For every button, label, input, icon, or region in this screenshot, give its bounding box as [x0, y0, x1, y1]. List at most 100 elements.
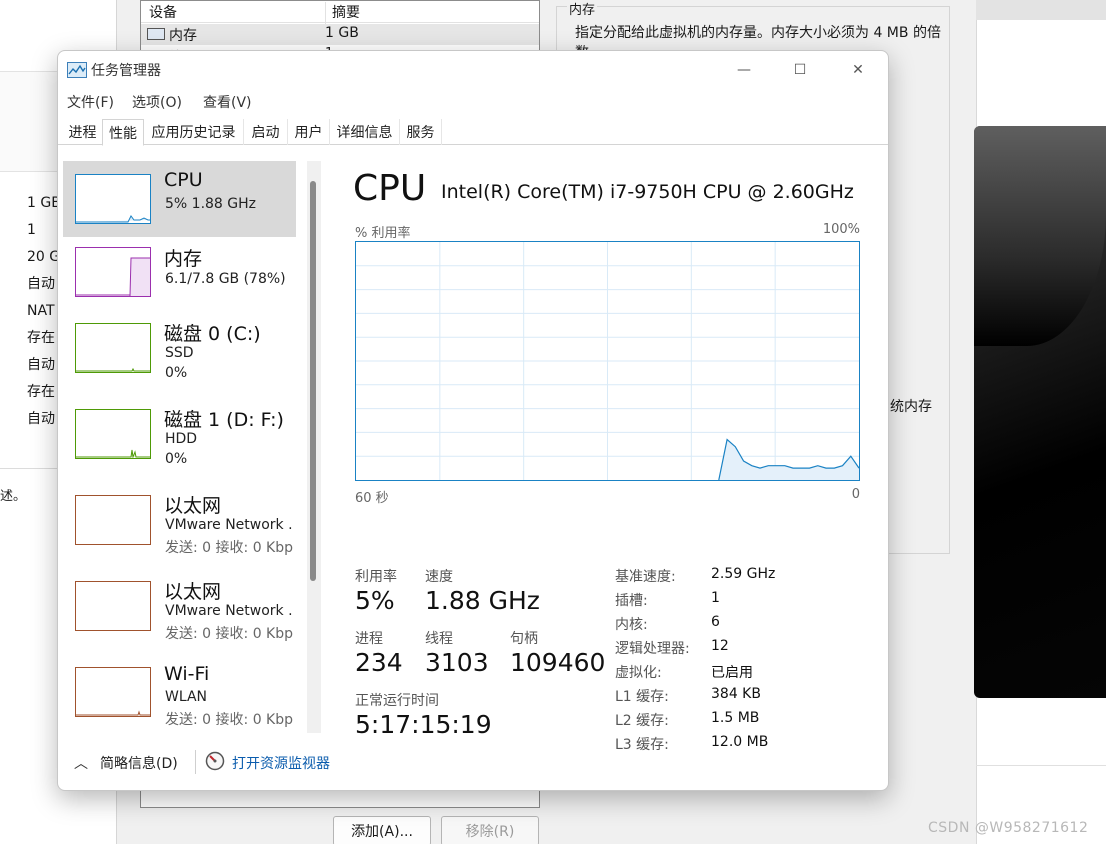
- cpu-model-name: Intel(R) Core(TM) i7-9750H CPU @ 2.60GHz: [441, 181, 854, 203]
- tab-startup[interactable]: 启动: [244, 119, 288, 145]
- resource-item-disk-0[interactable]: 磁盘 0 (C:) SSD 0%: [63, 313, 296, 389]
- minimize-icon: —: [737, 62, 751, 78]
- window-title: 任务管理器: [91, 63, 161, 79]
- utilization-value: 5%: [355, 586, 395, 615]
- spec-value: 1: [711, 590, 720, 606]
- processes-value: 234: [355, 648, 403, 677]
- resource-detail-2: 发送: 0 接收: 0 Kbp: [165, 540, 294, 556]
- col-device-header[interactable]: 设备: [149, 2, 177, 22]
- open-resource-monitor-link[interactable]: 打开资源监视器: [232, 753, 330, 773]
- resource-name: Wi-Fi: [164, 663, 210, 685]
- resource-monitor-icon[interactable]: [205, 751, 225, 771]
- spec-value: 2.59 GHz: [711, 566, 776, 582]
- spec-label: 逻辑处理器:: [615, 641, 690, 657]
- left-value: 存在: [27, 330, 55, 346]
- hardware-device: 内存: [169, 28, 197, 44]
- maximize-button[interactable]: ☐: [782, 59, 818, 81]
- vm-screen-preview: [974, 126, 1106, 698]
- resource-list: CPU 5% 1.88 GHz 内存 6.1/7.8 GB (78%) 磁盘 0…: [58, 159, 322, 737]
- right-top-band: [976, 0, 1106, 20]
- processes-label: 进程: [355, 631, 383, 647]
- handles-label: 句柄: [510, 631, 538, 647]
- spec-label: 基准速度:: [615, 569, 676, 585]
- resource-name: 以太网: [164, 495, 222, 517]
- footer-separator: [195, 750, 196, 774]
- left-value: 存在: [27, 384, 55, 400]
- resource-detail: VMware Network .: [165, 517, 293, 533]
- resource-detail: HDD: [165, 431, 198, 447]
- handles-value: 109460: [510, 648, 606, 677]
- resource-item-disk-1[interactable]: 磁盘 1 (D: F:) HDD 0%: [63, 399, 296, 475]
- footer-bar: ︿ 简略信息(D) 打开资源监视器: [58, 745, 888, 790]
- resource-name: 内存: [164, 248, 203, 270]
- cpu-usage-graph: [355, 241, 860, 481]
- menu-file[interactable]: 文件(F): [67, 92, 114, 112]
- memory-group-legend: 内存: [567, 0, 598, 18]
- resource-name: 磁盘 1 (D: F:): [164, 409, 284, 431]
- uptime-value: 5:17:15:19: [355, 710, 492, 739]
- close-button[interactable]: ✕: [840, 59, 876, 81]
- spec-value: 已启用: [711, 665, 753, 681]
- add-hardware-button[interactable]: 添加(A)...: [333, 816, 431, 844]
- wifi-mini-graph: [76, 710, 150, 716]
- wifi-thumbnail: [75, 667, 151, 717]
- tab-performance[interactable]: 性能: [102, 119, 144, 146]
- menu-view[interactable]: 查看(V): [203, 92, 252, 112]
- watermark: CSDN @W958271612: [928, 820, 1089, 836]
- memory-text-fragment: 统内存: [890, 399, 932, 415]
- tab-users[interactable]: 用户: [288, 119, 330, 145]
- vm-screen-glare: [974, 126, 1106, 346]
- left-summary-values: 1 GB 1 20 G 自动 NAT 存在 自动 存在 自动: [27, 190, 61, 433]
- memory-mini-graph: [76, 257, 150, 296]
- spec-value: 384 KB: [711, 686, 761, 702]
- resource-item-memory[interactable]: 内存 6.1/7.8 GB (78%): [63, 237, 296, 313]
- resource-detail-2: 0%: [165, 365, 188, 381]
- graph-x-end: 0: [851, 487, 860, 502]
- resource-detail: 5% 1.88 GHz: [165, 196, 257, 212]
- spec-value: 6: [711, 614, 720, 630]
- uptime-label: 正常运行时间: [355, 693, 439, 709]
- minimize-button[interactable]: —: [726, 59, 762, 81]
- resource-item-ethernet-2[interactable]: 以太网 VMware Network . 发送: 0 接收: 0 Kbp: [63, 571, 296, 647]
- hardware-row-memory[interactable]: 内存 1 GB: [141, 24, 539, 45]
- resource-detail-2: 发送: 0 接收: 0 Kbp: [165, 626, 294, 642]
- spec-label: L1 缓存:: [615, 689, 669, 705]
- left-note: 述。: [0, 489, 27, 504]
- tab-processes[interactable]: 进程: [63, 119, 103, 145]
- cpu-mini-graph: [76, 215, 150, 223]
- spec-label: 内核:: [615, 617, 648, 633]
- cpu-thumbnail: [75, 174, 151, 224]
- tab-details[interactable]: 详细信息: [330, 119, 400, 145]
- chevron-up-icon[interactable]: ︿: [74, 753, 88, 773]
- remove-hardware-button[interactable]: 移除(R): [441, 816, 539, 844]
- tab-strip: 进程 性能 应用历史记录 启动 用户 详细信息 服务: [58, 119, 888, 146]
- spec-label: 虚拟化:: [615, 665, 662, 681]
- resource-list-scrollbar[interactable]: [307, 161, 321, 733]
- left-value: 1 GB: [27, 195, 61, 211]
- threads-value: 3103: [425, 648, 489, 677]
- scrollbar-thumb[interactable]: [310, 181, 316, 581]
- resource-detail: VMware Network .: [165, 603, 293, 619]
- tab-app-history[interactable]: 应用历史记录: [144, 119, 244, 145]
- threads-label: 线程: [425, 631, 453, 647]
- resource-item-cpu[interactable]: CPU 5% 1.88 GHz: [63, 161, 296, 237]
- fewer-details-link[interactable]: 简略信息(D): [100, 753, 178, 773]
- cpu-detail-panel: CPU Intel(R) Core(TM) i7-9750H CPU @ 2.6…: [330, 146, 888, 753]
- ethernet2-thumbnail: [75, 581, 151, 631]
- task-manager-icon: [67, 62, 87, 78]
- menu-options[interactable]: 选项(O): [132, 92, 182, 112]
- close-icon: ✕: [852, 62, 864, 78]
- title-bar[interactable]: 任务管理器 — ☐ ✕: [58, 51, 888, 89]
- col-summary-header[interactable]: 摘要: [325, 2, 360, 24]
- resource-item-wifi[interactable]: Wi-Fi WLAN 发送: 0 接收: 0 Kbp: [63, 657, 296, 733]
- tab-services[interactable]: 服务: [400, 119, 442, 145]
- spec-label: 插槽:: [615, 593, 648, 609]
- resource-item-ethernet-1[interactable]: 以太网 VMware Network . 发送: 0 接收: 0 Kbp: [63, 485, 296, 561]
- disk0-thumbnail: [75, 323, 151, 373]
- disk1-mini-graph: [76, 449, 150, 458]
- resource-detail: WLAN: [165, 689, 208, 705]
- utilization-label: 利用率: [355, 569, 397, 585]
- resource-name: 以太网: [164, 581, 222, 603]
- left-value: 自动: [27, 357, 55, 373]
- hardware-table-header: 设备 摘要: [141, 1, 539, 24]
